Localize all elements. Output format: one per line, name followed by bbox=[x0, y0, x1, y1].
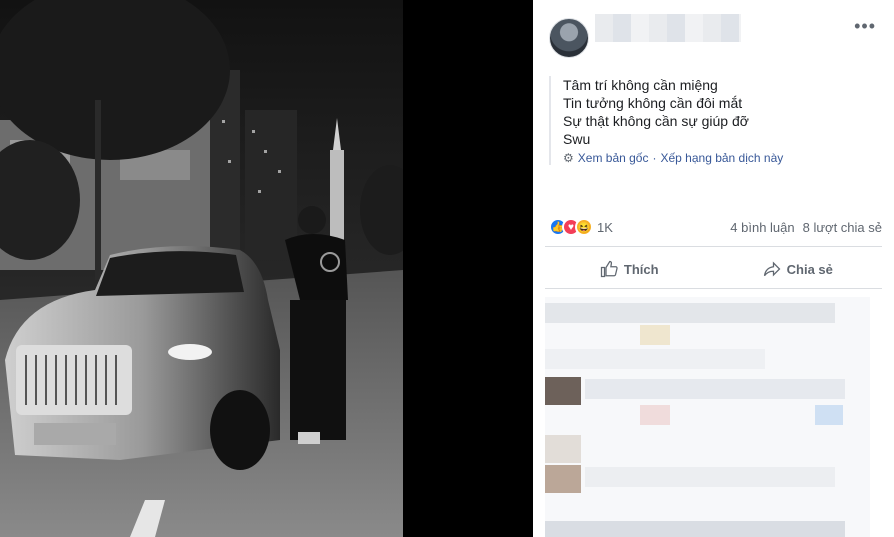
reaction-count[interactable]: 1K bbox=[597, 220, 613, 235]
rate-translation-link[interactable]: Xếp hạng bản dịch này bbox=[660, 151, 783, 165]
post-sidebar: ••• Tâm trí không cần miệng Tin tưởng kh… bbox=[533, 0, 894, 537]
more-horizontal-icon[interactable]: ••• bbox=[854, 16, 876, 37]
translation-bar: ⚙ Xem bản gốc · Xếp hạng bản dịch này bbox=[563, 151, 878, 165]
action-bar: Thích Chia sẻ bbox=[545, 254, 882, 284]
share-label: Chia sẻ bbox=[786, 261, 833, 277]
author-name-blurred[interactable] bbox=[595, 14, 741, 42]
avatar[interactable] bbox=[549, 18, 589, 58]
haha-reaction-icon[interactable]: 😆 bbox=[575, 218, 593, 236]
caption-line: Tin tưởng không cần đôi mắt bbox=[563, 95, 743, 111]
divider bbox=[545, 246, 882, 247]
divider bbox=[545, 288, 882, 289]
comments-section-blurred bbox=[545, 297, 870, 537]
caption-line: Swu bbox=[563, 131, 591, 147]
post-caption: Tâm trí không cần miệng Tin tưởng không … bbox=[549, 76, 878, 165]
photo-scene bbox=[0, 0, 403, 537]
post-stats: 4 bình luận 8 lượt chia sẻ bbox=[730, 220, 882, 235]
photo-viewer: ✕ bbox=[0, 0, 533, 537]
like-label: Thích bbox=[623, 261, 659, 277]
see-original-link[interactable]: Xem bản gốc bbox=[578, 151, 649, 165]
post-photo[interactable] bbox=[0, 0, 403, 537]
like-button[interactable]: Thích bbox=[545, 254, 714, 284]
separator-dot: · bbox=[652, 151, 657, 165]
caption-line: Sự thật không cần sự giúp đỡ bbox=[563, 113, 749, 129]
caption-line: Tâm trí không cần miệng bbox=[563, 77, 718, 93]
share-count[interactable]: 8 lượt chia sẻ bbox=[803, 220, 882, 235]
share-button[interactable]: Chia sẻ bbox=[714, 254, 883, 284]
gear-icon[interactable]: ⚙ bbox=[563, 151, 574, 165]
share-icon bbox=[763, 261, 781, 277]
comment-count[interactable]: 4 bình luận bbox=[730, 220, 794, 235]
reactions-bar: 👍 ♥ 😆 1K 4 bình luận 8 lượt chia sẻ bbox=[549, 218, 882, 236]
thumbs-up-icon bbox=[600, 260, 618, 278]
